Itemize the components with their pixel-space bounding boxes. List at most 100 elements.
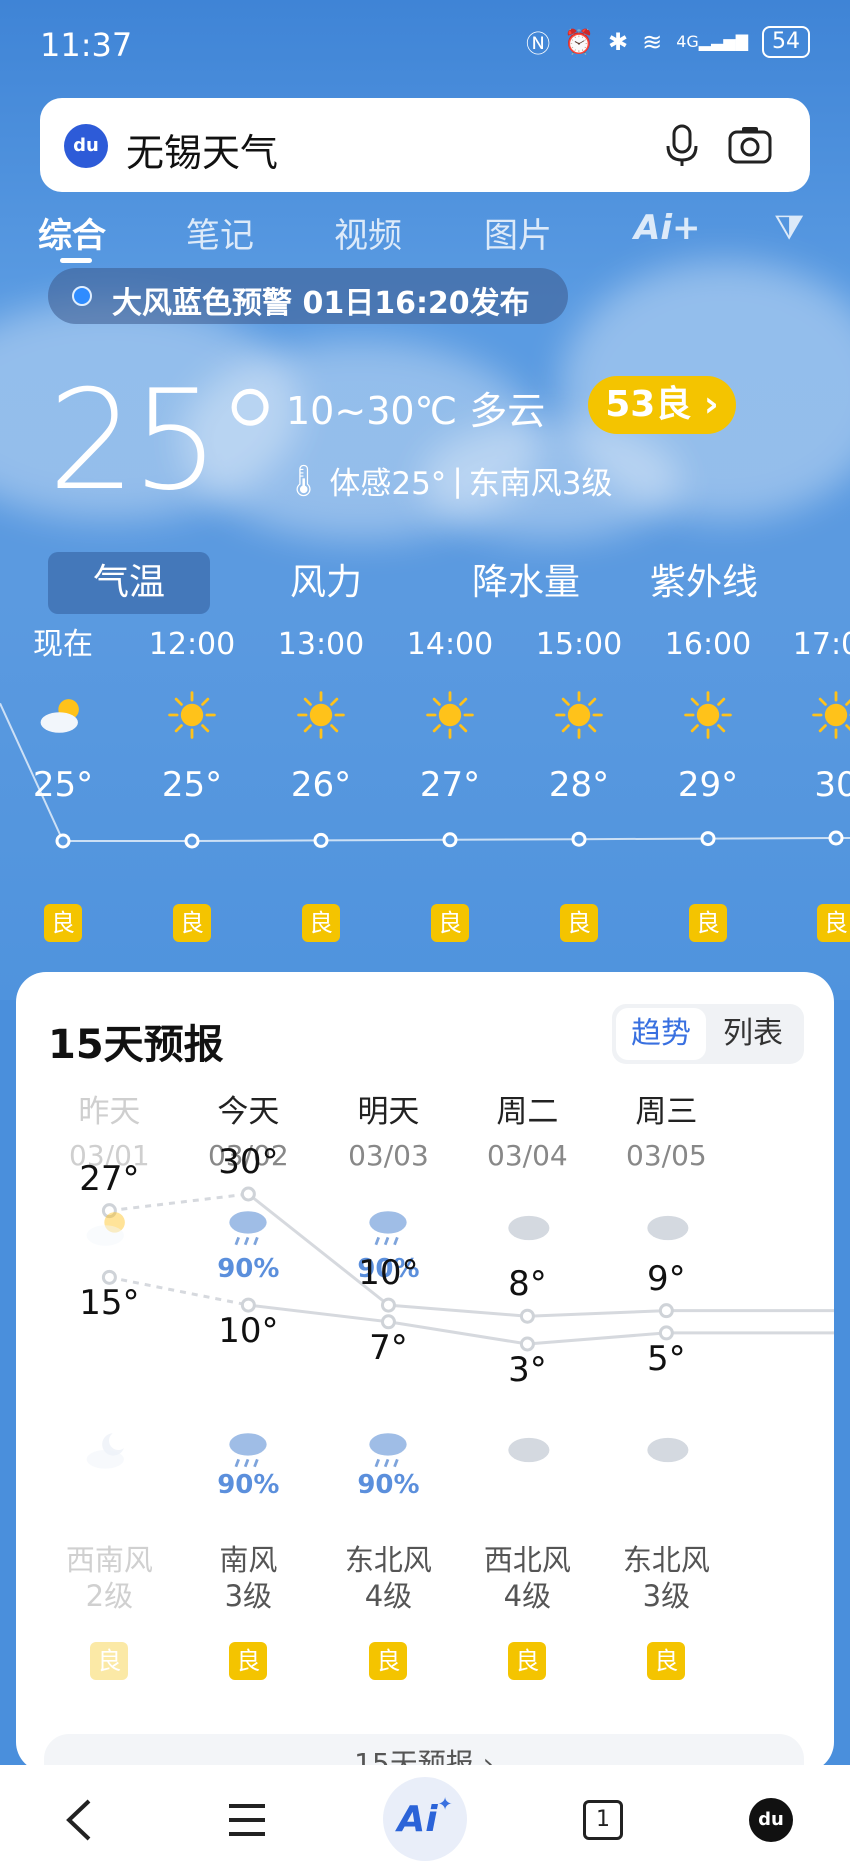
hour-point — [184, 833, 200, 849]
back-button[interactable] — [44, 1785, 114, 1855]
day-name: 明天 — [357, 1094, 420, 1130]
night-icon-wrap: 90% — [348, 1422, 428, 1500]
day-high-temp: 27° — [79, 1158, 140, 1199]
segment-wind[interactable]: 风力 — [246, 552, 406, 614]
aqi-badge[interactable]: 53良 › — [588, 376, 736, 434]
segment-temperature[interactable]: 气温 — [48, 552, 210, 614]
segment-precipitation[interactable]: 降水量 — [446, 552, 606, 614]
high-point — [519, 1308, 535, 1324]
tab-general[interactable]: 综合 — [38, 208, 106, 257]
day-high-temp: 9° — [647, 1258, 686, 1299]
hourly-item: 15:00 28° — [529, 620, 629, 810]
hour-temp: 25° — [32, 765, 94, 805]
hour-icon-wrap — [13, 670, 113, 760]
current-wind: 东南风3级 — [468, 466, 613, 502]
tab-video[interactable]: 视频 — [334, 208, 402, 257]
day-precip — [34, 1254, 184, 1284]
night-icon-wrap — [487, 1422, 567, 1500]
tab-notes[interactable]: 笔记 — [186, 208, 254, 257]
baidu-paw-icon: du — [749, 1798, 793, 1842]
filter-icon[interactable]: ⧩ — [774, 208, 804, 248]
status-bar: 11:37 Ⓝ ⏰ ✱ ≋ 4G▂▃▅▇ 54 — [0, 0, 850, 92]
hour-aqi-badge: 良 — [560, 904, 598, 942]
hour-aqi-badge: 良 — [44, 904, 82, 942]
baidu-home-button[interactable]: du — [736, 1785, 806, 1855]
hour-temp: 27° — [419, 765, 481, 805]
signal-icon: 4G▂▃▅▇ — [676, 32, 748, 51]
wind-level: 2级 — [85, 1579, 134, 1613]
hourly-item: 现在 25° — [13, 620, 113, 810]
wind-direction: 西南风 — [65, 1543, 153, 1577]
sun-icon — [684, 691, 732, 739]
trend-segment — [388, 1303, 528, 1318]
day-aqi-badge: 良 — [647, 1642, 686, 1680]
weather-alert[interactable]: 大风蓝色预警 01日16:20发布 — [48, 268, 568, 324]
rain-icon — [229, 1211, 268, 1246]
day-low-temp: 15° — [79, 1283, 140, 1324]
partly-cloudy-icon — [40, 699, 79, 733]
hour-aqi-badge: 良 — [689, 904, 727, 942]
hourly-forecast[interactable]: 现在 25° 良 12:00 25° 良 13:00 26° 良 14:00 27° 良 15:00 28… — [0, 620, 850, 950]
day-wind: 南风 3级 — [173, 1542, 323, 1614]
hour-icon-wrap — [271, 670, 371, 760]
hourly-item: 12:00 25° — [142, 620, 242, 810]
forecast-day[interactable]: 今天 03/02 90% — [173, 1090, 323, 1284]
day-wind: 西北风 4级 — [452, 1542, 602, 1614]
cloud-icon — [647, 1437, 689, 1463]
battery-indicator: 54 — [762, 25, 810, 58]
wind-level: 4级 — [364, 1579, 413, 1613]
forecast-day[interactable]: 周三 03/05 — [591, 1090, 741, 1284]
hourly-item: 13:00 26° — [271, 620, 371, 810]
hour-temp: 28° — [548, 765, 610, 805]
night-icon-wrap: 90% — [208, 1422, 288, 1500]
segment-uv[interactable]: 紫外线 — [624, 552, 784, 614]
day-high-temp: 10° — [358, 1253, 419, 1294]
menu-icon — [229, 1804, 265, 1836]
day-wind: 西南风 2级 — [34, 1542, 184, 1614]
hour-time: 17:00 — [792, 627, 850, 662]
day-low-temp: 7° — [369, 1327, 408, 1368]
hour-time: 12:00 — [148, 627, 236, 662]
hour-time: 15:00 — [535, 627, 623, 662]
baidu-paw-icon: du — [64, 124, 108, 168]
hour-icon-wrap — [400, 670, 500, 760]
night-icon-wrap — [69, 1422, 149, 1500]
tab-ai[interactable]: Ai+ — [634, 208, 700, 248]
day-low-temp: 10° — [218, 1311, 279, 1352]
hour-point — [55, 833, 71, 849]
back-arrow-icon — [66, 1799, 91, 1841]
day-wind: 东北风 4级 — [313, 1542, 463, 1614]
search-query[interactable]: 无锡天气 — [126, 122, 278, 177]
day-high-temp: 8° — [508, 1264, 547, 1305]
moon-cloud-icon — [86, 1433, 125, 1469]
microphone-icon[interactable] — [662, 120, 702, 170]
hour-aqi-badge: 良 — [431, 904, 469, 942]
bottom-nav: Ai ✦ 1 du — [0, 1765, 850, 1875]
ai-assistant-button[interactable]: Ai ✦ — [383, 1777, 467, 1861]
alert-text: 大风蓝色预警 01日16:20发布 — [112, 286, 530, 321]
search-bar[interactable]: du 无锡天气 — [40, 98, 810, 192]
status-time: 11:37 — [40, 26, 133, 64]
nfc-icon: Ⓝ — [526, 30, 551, 58]
menu-button[interactable] — [212, 1785, 282, 1855]
night-precip: 90% — [217, 1470, 280, 1500]
day-low-temp: 3° — [508, 1350, 547, 1390]
day-date: 03/03 — [348, 1139, 429, 1172]
forecast-day[interactable]: 周二 03/04 — [452, 1090, 602, 1284]
camera-icon[interactable] — [726, 120, 774, 170]
hour-time: 现在 — [33, 627, 93, 662]
day-name: 今天 — [217, 1094, 280, 1130]
hour-temp: 26° — [290, 765, 352, 805]
low-point — [658, 1325, 674, 1341]
status-icons: Ⓝ ⏰ ✱ ≋ 4G▂▃▅▇ 54 — [526, 24, 810, 59]
bluetooth-icon: ✱ — [607, 27, 629, 56]
hour-aqi-badge: 良 — [817, 904, 850, 942]
tab-images[interactable]: 图片 — [484, 208, 552, 257]
tabs-button[interactable]: 1 — [568, 1785, 638, 1855]
sun-icon — [297, 691, 345, 739]
current-temperature: 25° — [48, 360, 285, 521]
wind-direction: 东北风 — [622, 1543, 710, 1577]
search-tabs: 综合 笔记 视频 图片 Ai+ ⧩ — [0, 200, 850, 270]
hour-point — [700, 831, 716, 847]
night-icon-wrap — [626, 1422, 706, 1500]
